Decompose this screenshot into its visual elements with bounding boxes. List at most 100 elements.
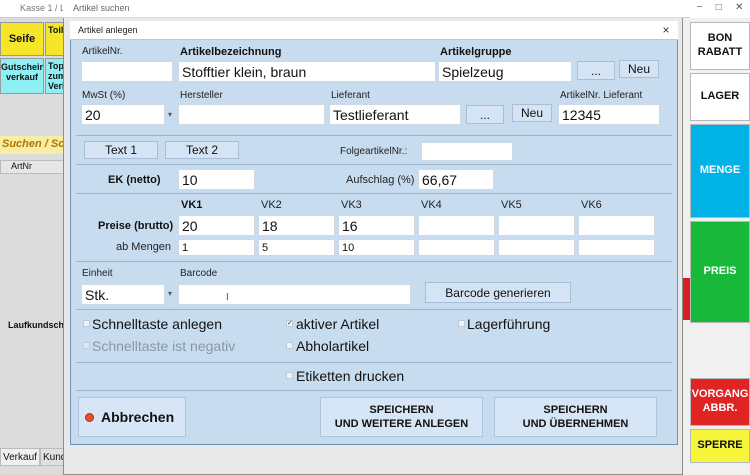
divider bbox=[76, 193, 672, 194]
divider bbox=[76, 261, 672, 262]
lagerfuehrung-checkbox[interactable] bbox=[458, 320, 465, 327]
aufschlag-field[interactable]: 66,67 bbox=[418, 169, 494, 190]
vk2-header: VK2 bbox=[261, 199, 282, 211]
price-vk1-field[interactable]: 20 bbox=[178, 215, 255, 236]
vk4-header: VK4 bbox=[421, 199, 442, 211]
speichern-weitere-button[interactable]: SPEICHERN UND WEITERE ANLEGEN bbox=[320, 397, 483, 437]
etiketten-label: Etiketten drucken bbox=[296, 368, 405, 384]
bezeichnung-label: Artikelbezeichnung bbox=[180, 46, 282, 58]
cancel-icon bbox=[85, 412, 94, 422]
vorgang-abbrechen-button[interactable]: VORGANG ABBR. bbox=[690, 378, 750, 426]
menge-button[interactable]: MENGE bbox=[690, 124, 750, 218]
minimize-icon[interactable]: − bbox=[697, 2, 703, 18]
mengen-label: ab Mengen bbox=[116, 241, 172, 253]
ek-field[interactable]: 10 bbox=[178, 169, 255, 190]
tile-seife[interactable]: Seife bbox=[0, 22, 44, 56]
lieferant-artnr-field[interactable]: 12345 bbox=[558, 104, 660, 125]
lieferant-field[interactable]: Testlieferant bbox=[329, 104, 461, 125]
partial-red-tile bbox=[683, 278, 690, 320]
abholartikel-checkbox[interactable] bbox=[286, 342, 293, 349]
barcode-label: Barcode bbox=[180, 268, 218, 279]
vk1-header: VK1 bbox=[181, 199, 203, 211]
lagerfuehrung-label: Lagerführung bbox=[467, 316, 551, 332]
artikelgruppe-field[interactable]: Spielzeug bbox=[438, 61, 572, 82]
text1-button[interactable]: Text 1 bbox=[84, 141, 158, 159]
abbrechen-label: Abbrechen bbox=[101, 408, 175, 425]
bon-rabatt-button[interactable]: BON RABATT bbox=[690, 22, 750, 70]
aktiver-artikel-label: aktiver Artikel bbox=[296, 316, 380, 332]
artikel-suchen-title: Artikel suchen bbox=[63, 0, 683, 18]
tab-verkauf[interactable]: Verkauf bbox=[0, 448, 40, 466]
column-header-artnr[interactable]: ArtNr bbox=[0, 160, 64, 174]
close-window-icon[interactable]: ✕ bbox=[735, 2, 743, 18]
lieferant-artnr-label: ArtikelNr. Lieferant bbox=[560, 90, 643, 101]
divider bbox=[76, 164, 672, 165]
mwst-select[interactable]: 20 bbox=[81, 104, 165, 125]
menge-vk3-field[interactable]: 10 bbox=[338, 239, 415, 256]
mwst-label: MwSt (%) bbox=[82, 90, 126, 101]
menge-vk1-field[interactable]: 1 bbox=[178, 239, 255, 256]
barcode-field[interactable] bbox=[178, 284, 411, 305]
menge-vk6-field[interactable] bbox=[578, 239, 655, 256]
aufschlag-label: Aufschlag (%) bbox=[346, 174, 415, 186]
text2-button[interactable]: Text 2 bbox=[165, 141, 239, 159]
vk3-header: VK3 bbox=[341, 199, 362, 211]
hersteller-label: Hersteller bbox=[180, 90, 223, 101]
schnelltaste-negativ-checkbox[interactable] bbox=[83, 342, 90, 349]
artikelnr-label: ArtikelNr. bbox=[82, 46, 123, 57]
aktiver-artikel-checkbox[interactable]: ✓ bbox=[286, 320, 293, 327]
artikelgruppe-browse-button[interactable]: ... bbox=[577, 61, 615, 80]
artikelgruppe-label: Artikelgruppe bbox=[440, 46, 512, 58]
price-vk5-field[interactable] bbox=[498, 215, 575, 236]
window-controls: − □ ✕ bbox=[690, 0, 750, 18]
folgeartikel-field[interactable] bbox=[421, 142, 513, 161]
preis-button[interactable]: PREIS bbox=[690, 221, 750, 323]
lieferant-browse-button[interactable]: ... bbox=[466, 105, 504, 124]
ek-label: EK (netto) bbox=[108, 174, 161, 186]
divider bbox=[76, 309, 672, 310]
divider bbox=[76, 362, 672, 363]
close-icon[interactable]: × bbox=[657, 22, 675, 38]
speichern-weitere-line2: UND WEITERE ANLEGEN bbox=[334, 418, 469, 430]
schnelltaste-checkbox[interactable] bbox=[83, 320, 90, 327]
speichern-uebernehmen-button[interactable]: SPEICHERN UND ÜBERNEHMEN bbox=[494, 397, 657, 437]
lieferant-label: Lieferant bbox=[331, 90, 370, 101]
schnelltaste-negativ-label: Schnelltaste ist negativ bbox=[92, 338, 236, 354]
hersteller-field[interactable] bbox=[178, 104, 325, 125]
schnelltaste-label: Schnelltaste anlegen bbox=[92, 316, 222, 332]
vk5-header: VK5 bbox=[501, 199, 522, 211]
tile-gutschein[interactable]: Gutschein verkauf bbox=[0, 58, 44, 94]
menge-vk2-field[interactable]: 5 bbox=[258, 239, 335, 256]
bezeichnung-field[interactable]: Stofftier klein, braun bbox=[178, 61, 436, 82]
tile-toilettenpapier[interactable]: Toilettenpapier bbox=[45, 22, 65, 56]
menge-vk5-field[interactable] bbox=[498, 239, 575, 256]
divider bbox=[76, 390, 672, 391]
price-vk4-field[interactable] bbox=[418, 215, 495, 236]
maximize-icon[interactable]: □ bbox=[716, 2, 722, 18]
price-vk3-field[interactable]: 16 bbox=[338, 215, 415, 236]
tab-kunden[interactable]: Kund bbox=[40, 448, 64, 466]
artikelgruppe-new-button[interactable]: Neu bbox=[619, 60, 659, 78]
lager-button[interactable]: LAGER bbox=[690, 73, 750, 121]
sperre-button[interactable]: SPERRE bbox=[690, 429, 750, 463]
speichern-uebernehmen-line1: SPEICHERN bbox=[543, 403, 608, 416]
artikelnr-field[interactable] bbox=[81, 61, 173, 82]
chevron-down-icon[interactable]: ▾ bbox=[168, 289, 172, 298]
preise-label: Preise (brutto) bbox=[98, 220, 174, 232]
divider bbox=[76, 135, 672, 136]
lieferant-new-button[interactable]: Neu bbox=[512, 104, 552, 122]
etiketten-checkbox[interactable] bbox=[286, 372, 293, 379]
einheit-select[interactable]: Stk. bbox=[81, 284, 165, 305]
dialog-title: Artikel anlegen bbox=[70, 21, 678, 40]
customer-label: Laufkundscha bbox=[8, 320, 70, 330]
barcode-generate-button[interactable]: Barcode generieren bbox=[425, 282, 571, 303]
tile-topf[interactable]: Topf zum Verkauf bbox=[45, 58, 65, 94]
abholartikel-label: Abholartikel bbox=[296, 338, 370, 354]
chevron-down-icon[interactable]: ▾ bbox=[168, 110, 172, 119]
price-vk2-field[interactable]: 18 bbox=[258, 215, 335, 236]
abbrechen-button[interactable]: Abbrechen bbox=[78, 397, 186, 437]
menge-vk4-field[interactable] bbox=[418, 239, 495, 256]
price-vk6-field[interactable] bbox=[578, 215, 655, 236]
text-cursor-icon: I bbox=[226, 292, 229, 303]
search-header: Suchen / Sc bbox=[0, 136, 64, 154]
